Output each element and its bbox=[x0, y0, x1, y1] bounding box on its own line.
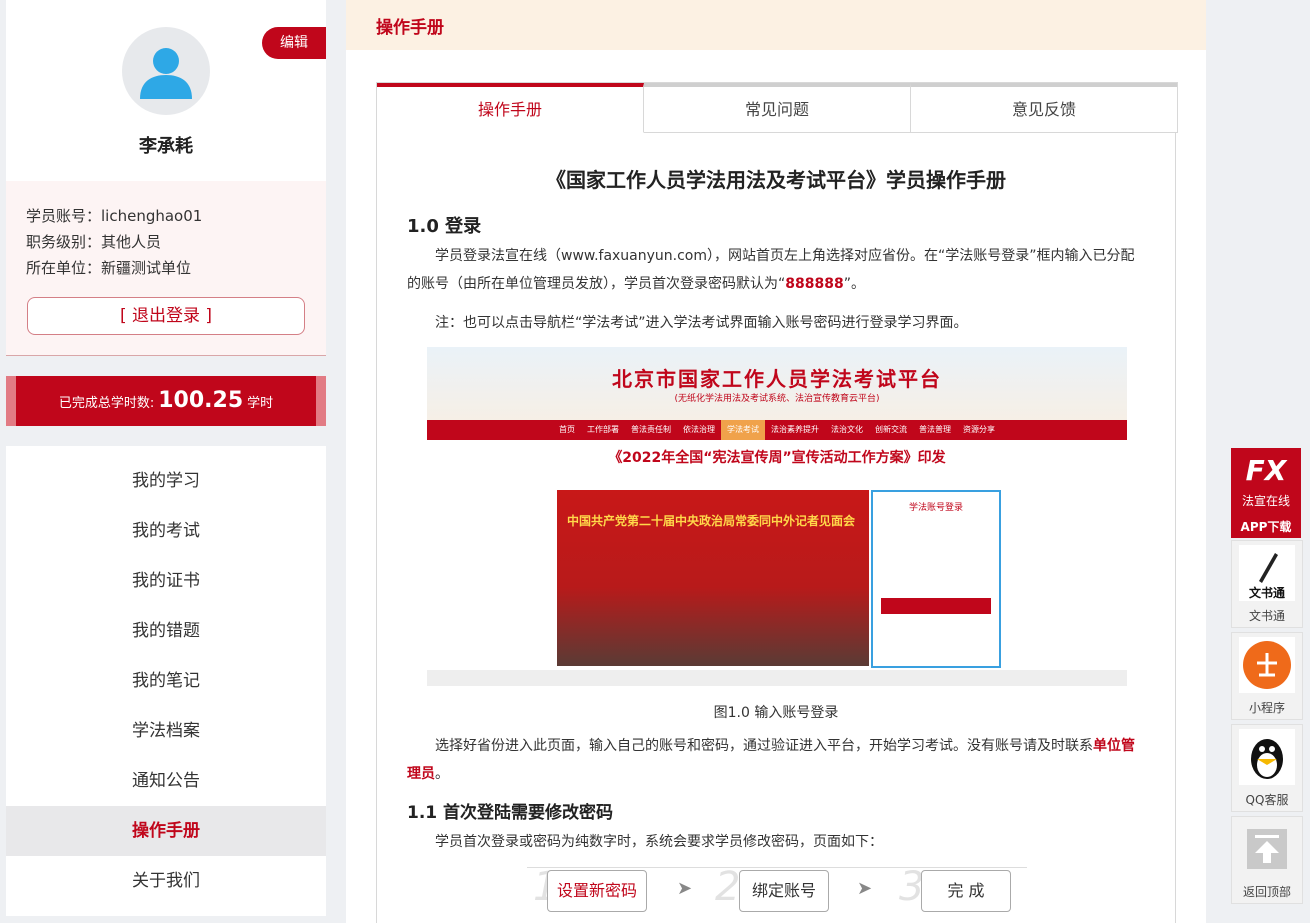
hours-label: 已完成总学时数: bbox=[58, 396, 155, 411]
figure-headline: 《2022年全国“宪法宣传周”宣传活动工作方案》印发 bbox=[608, 450, 946, 466]
wenshutong-label: 文书通 bbox=[1248, 609, 1285, 623]
sidebar-item-my-exam[interactable]: 我的考试 bbox=[6, 506, 326, 556]
profile-card: 编辑 李承耗 学员账号：lichenghao01 职务级别：其他人员 所在单位：… bbox=[6, 0, 326, 356]
back-to-top-widget[interactable]: 返回顶部 bbox=[1231, 816, 1303, 904]
step-arrow-icon: ➤ bbox=[677, 878, 693, 899]
login-note: 注：也可以点击导航栏“学法考试”进入学法考试界面输入账号密码进行登录学习界面。 bbox=[435, 315, 968, 331]
figure-caption: 图1.0 输入账号登录 bbox=[713, 705, 839, 721]
sidebar-item-my-certificate[interactable]: 我的证书 bbox=[6, 556, 326, 606]
work-unit: 所在单位：新疆测试单位 bbox=[26, 259, 192, 277]
figure-news-photo: 中国共产党第二十届中央政治局常委同中外记者见面会 bbox=[557, 490, 869, 666]
app-download-widget[interactable]: FX 法宣在线 APP下载 bbox=[1231, 448, 1301, 538]
figure-nav-item: 法治素养提升 bbox=[771, 425, 819, 434]
figure-login-box: 学法账号登录 bbox=[871, 490, 1001, 668]
sidebar-item-my-notes[interactable]: 我的笔记 bbox=[6, 656, 326, 706]
hours-value: 100.25 bbox=[158, 388, 244, 413]
wenshutong-widget[interactable]: 文书通 文书通 bbox=[1231, 540, 1303, 628]
page-title: 操作手册 bbox=[346, 0, 1206, 50]
tab-bar: 操作手册 常见问题 意见反馈 bbox=[376, 82, 1178, 133]
sidebar-item-notices[interactable]: 通知公告 bbox=[6, 756, 326, 806]
user-icon bbox=[140, 48, 192, 99]
figure-site-title: 北京市国家工作人员学法考试平台 bbox=[612, 367, 942, 391]
section-login-title: 1.0 登录 bbox=[407, 216, 482, 237]
arrow-up-icon bbox=[1239, 821, 1295, 877]
step-number: 2 bbox=[715, 864, 741, 910]
figure-nav-item: 工作部署 bbox=[587, 425, 619, 434]
figure-news-bar bbox=[427, 670, 1127, 686]
login-screenshot-figure: 北京市国家工作人员学法考试平台 (无纸化学法用法及考试系统、法治宣传教育云平台)… bbox=[427, 347, 1127, 692]
figure-photo-title: 中国共产党第二十届中央政治局常委同中外记者见面会 bbox=[567, 514, 856, 528]
qq-service-widget[interactable]: QQ客服 bbox=[1231, 724, 1303, 812]
main-panel: 操作手册 操作手册 常见问题 意见反馈 《国家工作人员学法用法及考试平台》学员操… bbox=[346, 0, 1206, 923]
app-download-label: APP下载 bbox=[1240, 520, 1292, 534]
default-password: 888888 bbox=[785, 276, 844, 292]
change-password-paragraph: 学员首次登录或密码为纯数字时，系统会要求学员修改密码，页面如下： bbox=[435, 834, 883, 850]
figure-login-button bbox=[881, 598, 991, 614]
back-to-top-label: 返回顶部 bbox=[1242, 885, 1291, 899]
qq-service-label: QQ客服 bbox=[1245, 793, 1289, 807]
tab-manual[interactable]: 操作手册 bbox=[377, 83, 644, 133]
figure-site-subtitle: (无纸化学法用法及考试系统、法治宣传教育云平台) bbox=[674, 394, 880, 404]
password-steps: 1 设置新密码 ➤ 2 绑定账号 ➤ 3 完 成 bbox=[527, 864, 1027, 912]
section-change-password-title: 1.1 首次登陆需要修改密码 bbox=[407, 803, 614, 823]
manual-document: 《国家工作人员学法用法及考试平台》学员操作手册 1.0 登录 学员登录法宣在线（… bbox=[376, 132, 1176, 923]
step-set-password: 设置新密码 bbox=[547, 870, 647, 912]
scale-icon bbox=[1239, 637, 1295, 693]
figure-nav-item: 普法责任制 bbox=[631, 425, 671, 434]
step-complete: 完 成 bbox=[921, 870, 1011, 912]
edit-profile-button[interactable]: 编辑 bbox=[262, 27, 326, 59]
app-brand: 法宣在线 bbox=[1241, 494, 1290, 508]
sidebar-item-my-mistakes[interactable]: 我的错题 bbox=[6, 606, 326, 656]
sidebar-item-about[interactable]: 关于我们 bbox=[6, 856, 326, 906]
step-arrow-icon: ➤ bbox=[857, 878, 873, 899]
job-rank: 职务级别：其他人员 bbox=[26, 233, 162, 251]
mini-program-widget[interactable]: 小程序 bbox=[1231, 632, 1303, 720]
mini-program-label: 小程序 bbox=[1248, 701, 1285, 715]
figure-nav-item: 学法考试 bbox=[721, 420, 765, 440]
account-paragraph: 选择好省份进入此页面，输入自己的账号和密码，通过验证进入平台，开始学习考试。没有… bbox=[407, 738, 1135, 782]
study-hours-banner: 已完成总学时数: 100.25 学时 bbox=[6, 376, 326, 426]
sidebar-item-study-archive[interactable]: 学法档案 bbox=[6, 706, 326, 756]
account-info: 学员账号：lichenghao01 职务级别：其他人员 所在单位：新疆测试单位 … bbox=[6, 181, 326, 355]
sidebar-item-my-study[interactable]: 我的学习 bbox=[6, 456, 326, 506]
hours-unit: 学时 bbox=[247, 396, 274, 411]
login-paragraph: 学员登录法宣在线（www.faxuanyun.com），网站首页左上角选择对应省… bbox=[407, 248, 1135, 292]
figure-banner: 北京市国家工作人员学法考试平台 (无纸化学法用法及考试系统、法治宣传教育云平台) bbox=[427, 347, 1127, 420]
document-title: 《国家工作人员学法用法及考试平台》学员操作手册 bbox=[546, 168, 1006, 192]
account-id: 学员账号：lichenghao01 bbox=[26, 207, 203, 225]
penguin-icon bbox=[1239, 729, 1295, 785]
figure-nav-item: 依法治理 bbox=[683, 425, 715, 434]
avatar bbox=[122, 27, 210, 115]
sidebar-item-manual[interactable]: 操作手册 bbox=[6, 806, 326, 856]
figure-nav-item: 普法普理 bbox=[919, 425, 951, 434]
pen-icon: 文书通 bbox=[1239, 545, 1295, 601]
step-bind-account: 绑定账号 bbox=[739, 870, 829, 912]
svg-text:文书通: 文书通 bbox=[1249, 585, 1285, 600]
tab-feedback[interactable]: 意见反馈 bbox=[911, 83, 1177, 133]
fx-logo-icon: FX bbox=[1245, 454, 1287, 487]
user-name: 李承耗 bbox=[139, 136, 193, 157]
sidebar-nav: 我的学习 我的考试 我的证书 我的错题 我的笔记 学法档案 通知公告 操作手册 … bbox=[6, 446, 326, 916]
figure-nav-item: 资源分享 bbox=[963, 425, 995, 434]
figure-nav-item: 创新交流 bbox=[875, 425, 907, 434]
figure-nav-item: 首页 bbox=[559, 425, 575, 434]
figure-nav-item: 法治文化 bbox=[831, 425, 863, 434]
figure-login-title: 学法账号登录 bbox=[908, 503, 963, 513]
logout-button[interactable]: [ 退出登录 ] bbox=[27, 297, 305, 335]
tab-faq[interactable]: 常见问题 bbox=[644, 83, 911, 133]
figure-nav: 首页 工作部署 普法责任制 依法治理 学法考试 法治素养提升 法治文化 创新交流… bbox=[427, 420, 1127, 440]
